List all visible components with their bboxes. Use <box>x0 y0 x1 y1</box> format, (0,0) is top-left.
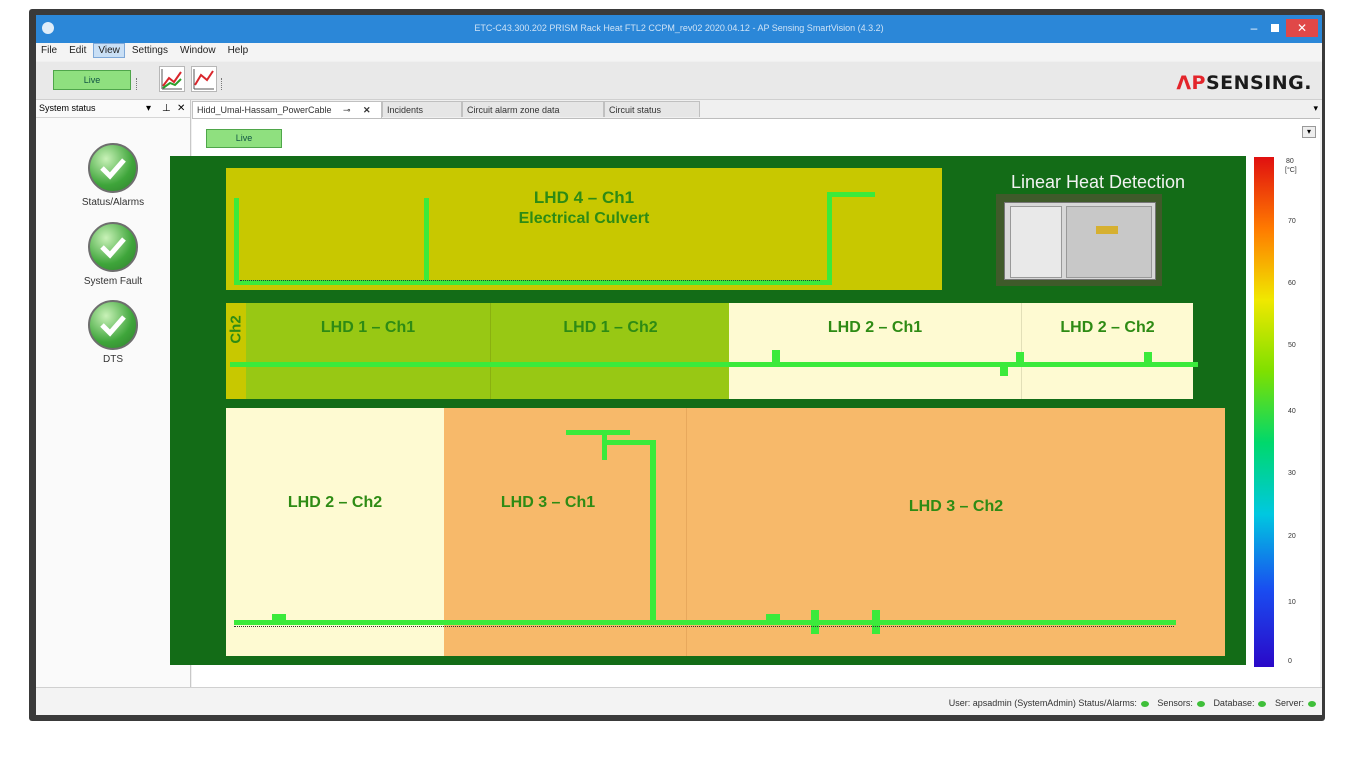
trend-chart-icon[interactable] <box>159 66 185 92</box>
sensors-label: Sensors: <box>1157 698 1193 708</box>
zone-lhd2-ch2-bottom[interactable]: LHD 2 – Ch2 <box>226 408 444 656</box>
ok-check-icon <box>88 300 138 350</box>
menu-window[interactable]: Window <box>175 43 221 58</box>
pin-icon[interactable]: ⊥ <box>162 100 171 117</box>
cable-segment <box>766 614 780 620</box>
cable-segment <box>827 192 832 284</box>
temperature-color-scale <box>1254 157 1274 667</box>
pin-icon[interactable]: ⊸ <box>343 102 351 118</box>
cable-segment <box>230 362 1198 367</box>
scale-tick: 30 <box>1288 470 1296 477</box>
status-bar: User: apsadmin (SystemAdmin) Status/Alar… <box>36 687 1322 715</box>
panel-header: System status ▾ ⊥ ✕ <box>36 100 190 118</box>
tabs-overflow-icon[interactable]: ▾ <box>1313 103 1318 114</box>
minimize-icon[interactable]: – <box>1246 19 1262 37</box>
toolbar-separator <box>221 78 224 90</box>
cable-segment <box>234 198 239 284</box>
menu-file[interactable]: File <box>36 43 62 58</box>
menu-view[interactable]: View <box>93 43 125 58</box>
server-indicator <box>1308 700 1316 707</box>
cable-segment <box>272 614 286 620</box>
status-alarms-label: Status/Alarms: <box>1078 698 1137 708</box>
cable-segment <box>602 434 607 460</box>
tab-incidents[interactable]: Incidents <box>382 101 462 117</box>
toolbar-separator <box>136 78 139 90</box>
sensors-indicator <box>1196 700 1205 707</box>
view-live-button[interactable]: Live <box>206 129 282 148</box>
live-button[interactable]: Live <box>53 70 131 90</box>
zone-lhd4-ch1-sublabel: Electrical Culvert <box>518 210 650 227</box>
sensor-markers <box>240 272 820 281</box>
menu-bar: File Edit View Settings Window Help <box>36 43 1322 61</box>
heat-detection-map: LHD 4 – Ch1 Electrical Culvert Linear He… <box>170 156 1246 665</box>
lhd-unit-photo <box>996 194 1162 286</box>
cable-segment <box>602 440 656 445</box>
scale-unit: [°C] <box>1285 167 1297 174</box>
server-label: Server: <box>1274 698 1304 708</box>
trend-compare-icon[interactable] <box>191 66 217 92</box>
ok-check-icon <box>88 222 138 272</box>
database-indicator <box>1258 700 1267 707</box>
menu-edit[interactable]: Edit <box>64 43 91 58</box>
zone-lhd1-ch2[interactable]: LHD 1 – Ch2 <box>490 303 730 399</box>
window-title: ETC-C43.300.202 PRISM Rack Heat FTL2 CCP… <box>474 23 884 33</box>
menu-help[interactable]: Help <box>223 43 254 58</box>
toolbar: Live ΛPSENSING. <box>36 62 1322 100</box>
status-alarms-indicator <box>1140 700 1149 707</box>
zone-lhd4-ch1-label: LHD 4 – Ch1 <box>533 188 635 207</box>
close-icon[interactable]: ✕ <box>1286 19 1318 37</box>
cable-segment <box>1144 352 1152 362</box>
cable-segment <box>566 430 630 435</box>
dts-item[interactable]: DTS <box>36 300 190 365</box>
cable-segment <box>827 192 875 197</box>
document-tabs: Hidd_Umal-Hassam_PowerCable ⊸ ✕ Incident… <box>192 101 1320 119</box>
scale-tick: 0 <box>1288 658 1292 665</box>
close-panel-icon[interactable]: ✕ <box>177 100 185 117</box>
scale-tick: 80 <box>1286 158 1294 165</box>
panel-title: System status <box>39 103 96 113</box>
scale-tick: 60 <box>1288 280 1296 287</box>
scale-tick: 50 <box>1288 342 1296 349</box>
status-user: User: apsadmin (SystemAdmin) <box>948 698 1076 708</box>
scale-tick: 40 <box>1288 408 1296 415</box>
title-bar: ETC-C43.300.202 PRISM Rack Heat FTL2 CCP… <box>36 15 1322 43</box>
database-label: Database: <box>1213 698 1255 708</box>
tab-circuit-status[interactable]: Circuit status <box>604 101 700 117</box>
zone-lhd4-ch1[interactable]: LHD 4 – Ch1 Electrical Culvert <box>226 168 942 290</box>
maximize-icon[interactable] <box>1268 19 1282 37</box>
cable-segment <box>1016 352 1024 362</box>
cable-segment <box>772 350 780 362</box>
ok-check-icon <box>88 143 138 193</box>
close-tab-icon[interactable]: ✕ <box>363 102 371 118</box>
menu-settings[interactable]: Settings <box>127 43 173 58</box>
cable-segment <box>1000 362 1008 376</box>
cable-segment <box>650 440 656 624</box>
cable-segment <box>234 620 1176 625</box>
sensor-markers <box>234 626 1174 631</box>
zone-ch2[interactable]: Ch2 <box>226 303 246 399</box>
scale-tick: 70 <box>1288 218 1296 225</box>
diagram-title: Linear Heat Detection <box>1010 172 1186 192</box>
tab-hidd-powercable[interactable]: Hidd_Umal-Hassam_PowerCable ⊸ ✕ <box>192 101 382 118</box>
zone-lhd2-ch2-mid[interactable]: LHD 2 – Ch2 <box>1021 303 1193 399</box>
zone-lhd1-ch1[interactable]: LHD 1 – Ch1 <box>246 303 490 399</box>
scale-tick: 20 <box>1288 533 1296 540</box>
ap-sensing-logo: ΛPSENSING. <box>1176 72 1312 94</box>
scale-tick: 10 <box>1288 599 1296 606</box>
system-fault-item[interactable]: System Fault <box>36 222 190 287</box>
view-options-icon[interactable]: ▾ <box>1302 126 1316 138</box>
system-status-panel: System status ▾ ⊥ ✕ Status/Alarms System… <box>36 100 191 687</box>
status-alarms-item[interactable]: Status/Alarms <box>36 143 190 208</box>
tab-circuit-alarm-zone-data[interactable]: Circuit alarm zone data <box>462 101 604 117</box>
dropdown-icon[interactable]: ▾ <box>146 100 151 117</box>
